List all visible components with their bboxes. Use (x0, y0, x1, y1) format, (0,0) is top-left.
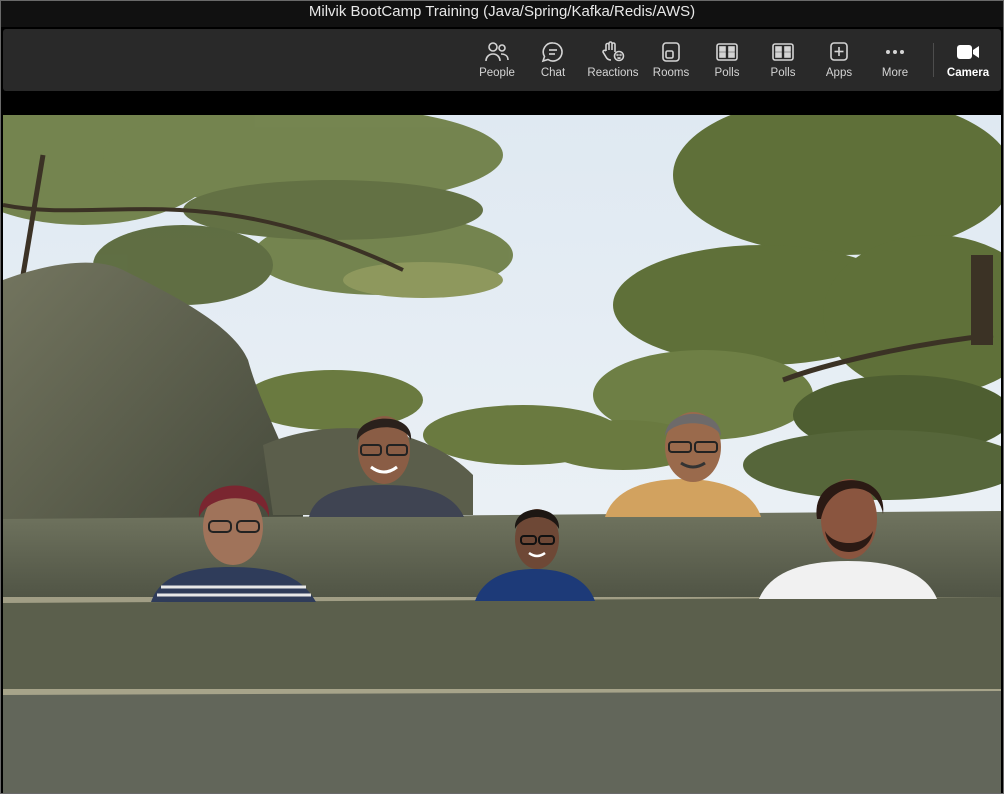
participant-video-front-center (475, 509, 595, 601)
apps-icon (827, 40, 851, 64)
participant-video-back-right (605, 412, 761, 517)
forest-amphitheater-background (3, 115, 1001, 793)
apps-label: Apps (825, 67, 853, 79)
raise-hand-icon (601, 40, 625, 64)
meeting-title-bar: Milvik BootCamp Training (Java/Spring/Ka… (1, 1, 1003, 27)
rooms-icon (659, 40, 683, 64)
meeting-title: Milvik BootCamp Training (Java/Spring/Ka… (308, 3, 696, 20)
polls-label-2: Polls (770, 67, 796, 79)
more-icon (883, 40, 907, 64)
chat-button[interactable]: Chat (525, 29, 581, 91)
participant-video-front-right (759, 479, 937, 599)
toolbar-divider (933, 43, 934, 77)
polls-label-1: Polls (714, 67, 740, 79)
people-icon (485, 40, 509, 64)
camera-icon (956, 40, 980, 64)
more-button[interactable]: More (867, 29, 923, 91)
reactions-button[interactable]: Reactions (585, 29, 641, 91)
polls-icon (715, 40, 739, 64)
participant-video-front-left (151, 485, 316, 602)
participant-video-back-left (309, 416, 464, 517)
rooms-button[interactable]: Rooms (643, 29, 699, 91)
apps-button[interactable]: Apps (811, 29, 867, 91)
polls-button-1[interactable]: Polls (699, 29, 755, 91)
people-label: People (479, 67, 515, 79)
camera-label: Camera (946, 67, 990, 79)
together-mode-stage (3, 115, 1001, 793)
chat-label: Chat (540, 67, 566, 79)
more-label: More (881, 67, 909, 79)
polls-button-2[interactable]: Polls (755, 29, 811, 91)
reactions-label: Reactions (587, 67, 639, 79)
meeting-toolbar: People Chat Reactions Rooms Polls Polls … (3, 29, 1001, 91)
camera-button[interactable]: Camera (940, 29, 996, 91)
rooms-label: Rooms (652, 67, 690, 79)
people-button[interactable]: People (469, 29, 525, 91)
chat-icon (541, 40, 565, 64)
polls-icon (771, 40, 795, 64)
meeting-window: Milvik BootCamp Training (Java/Spring/Ka… (0, 0, 1004, 794)
